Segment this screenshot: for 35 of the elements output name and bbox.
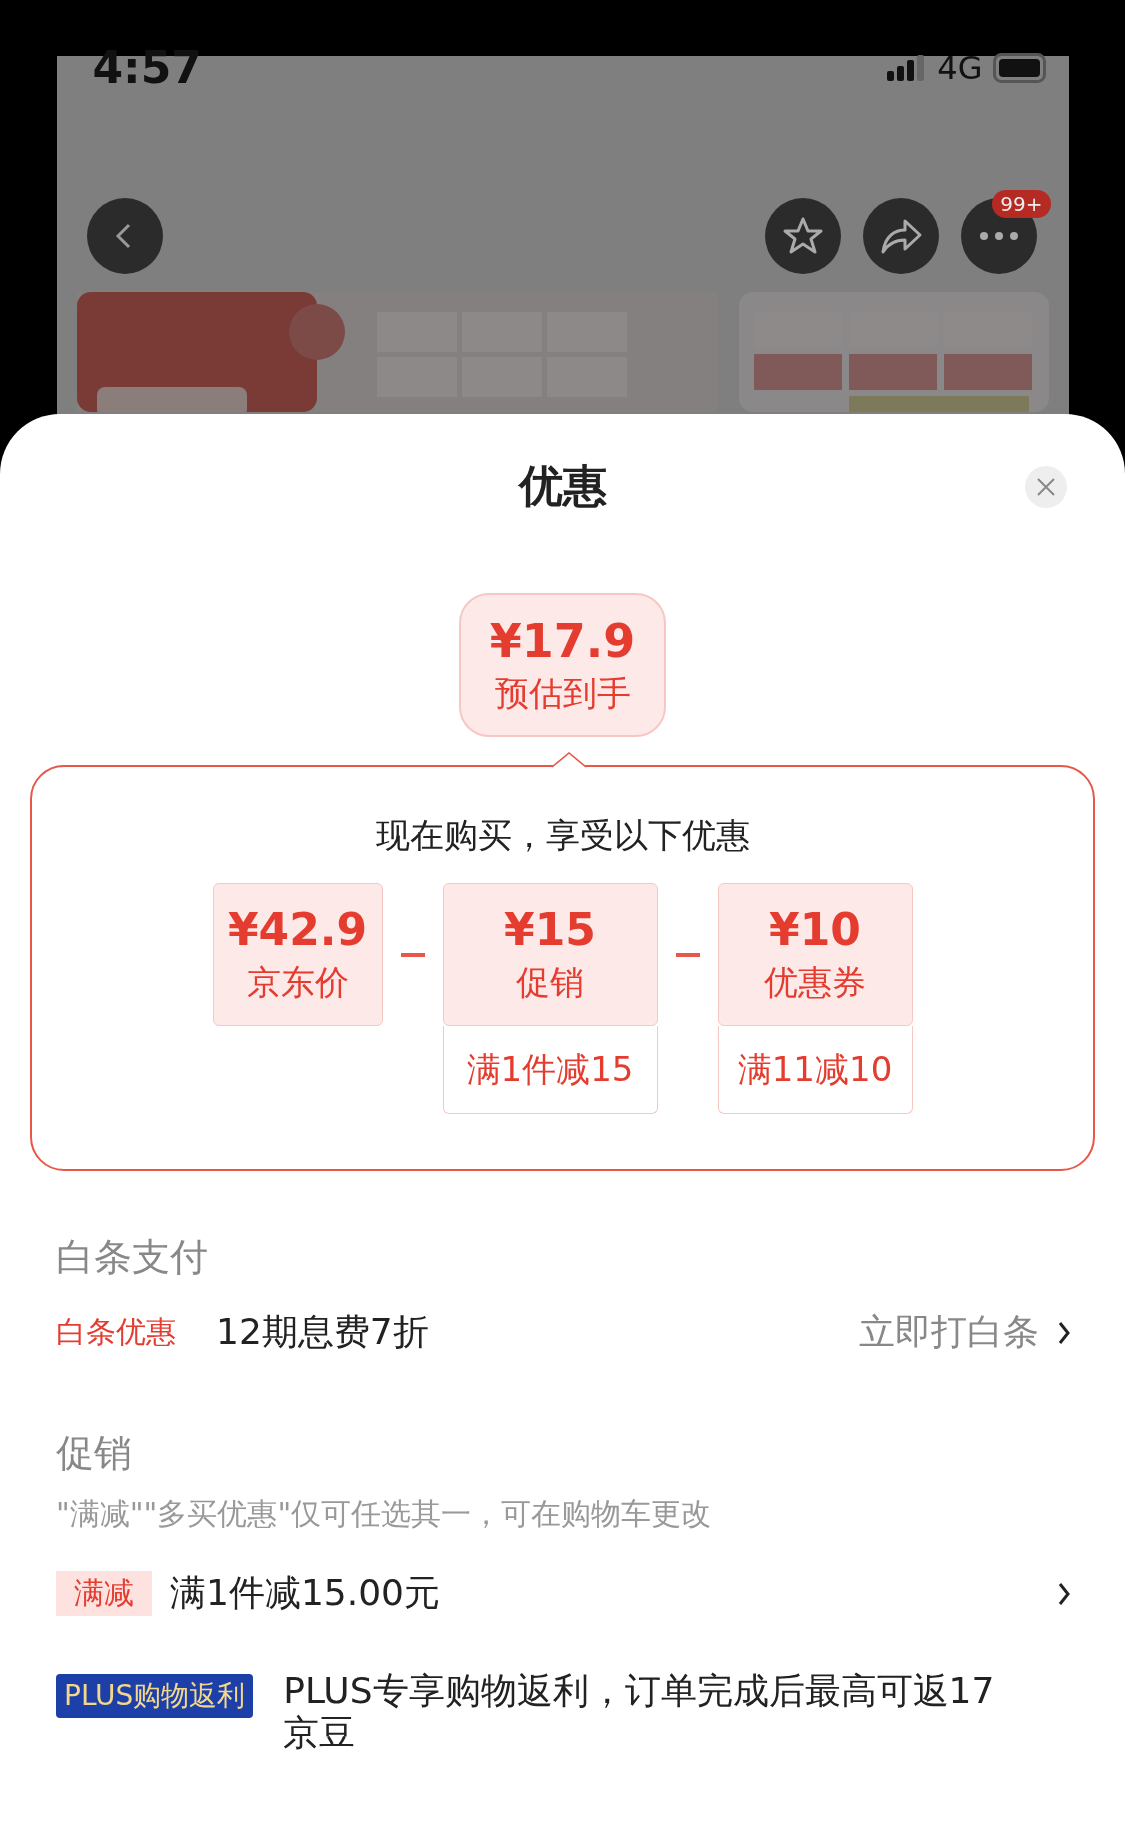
promotion-text: PLUS专享购物返利，订单完成后最高可返17京豆 — [283, 1670, 996, 1754]
tile-price: ¥10 — [769, 905, 861, 955]
promotion-text: 满1件减15.00元 — [170, 1571, 441, 1616]
notification-badge: 99+ — [992, 190, 1051, 218]
estimate-label: 预估到手 — [494, 672, 631, 714]
minus-icon — [675, 953, 700, 957]
baitiao-tag: 白条优惠 — [56, 1312, 216, 1354]
tile-label: 优惠券 — [764, 962, 866, 1004]
card-heading: 现在购买，享受以下优惠 — [375, 814, 750, 857]
status-time: 4:57 — [92, 46, 202, 90]
tile-label: 京东价 — [246, 962, 349, 1004]
chevron-icon — [1057, 1319, 1071, 1346]
more-icon — [978, 231, 1019, 241]
chevron-icon — [1057, 1580, 1071, 1607]
baitiao-row[interactable]: 白条优惠 12期息费7折 立即打白条 — [56, 1308, 1071, 1358]
tile-price: ¥42.9 — [227, 905, 368, 955]
minus-icon — [400, 953, 425, 957]
tile-label: 促销 — [516, 962, 584, 1004]
sheet-title: 优惠 — [518, 459, 607, 513]
section-heading: 促销 — [56, 1430, 133, 1478]
plus-tag: PLUS购物返利 — [56, 1674, 254, 1719]
close-icon — [1036, 477, 1056, 497]
promotion-row[interactable]: 满减 满1件减15.00元 — [56, 1569, 1071, 1619]
tile-condition: 满1件减15 — [442, 1026, 658, 1114]
estimate-price: ¥17.9 — [489, 616, 636, 667]
baitiao-text: 12期息费7折 — [216, 1310, 430, 1355]
tile-price: ¥15 — [504, 905, 596, 955]
battery-icon — [992, 53, 1049, 83]
promotion-note: "满减""多买优惠"仅可任选其一，可在购物车更改 — [56, 1495, 713, 1534]
network-label: 4G — [937, 52, 983, 84]
section-heading: 白条支付 — [56, 1234, 209, 1281]
tile-condition: 满11减10 — [717, 1026, 913, 1114]
baitiao-link[interactable]: 立即打白条 — [859, 1308, 1039, 1358]
promotion-tag: 满减 — [56, 1571, 152, 1617]
close-button[interactable] — [1025, 466, 1067, 508]
